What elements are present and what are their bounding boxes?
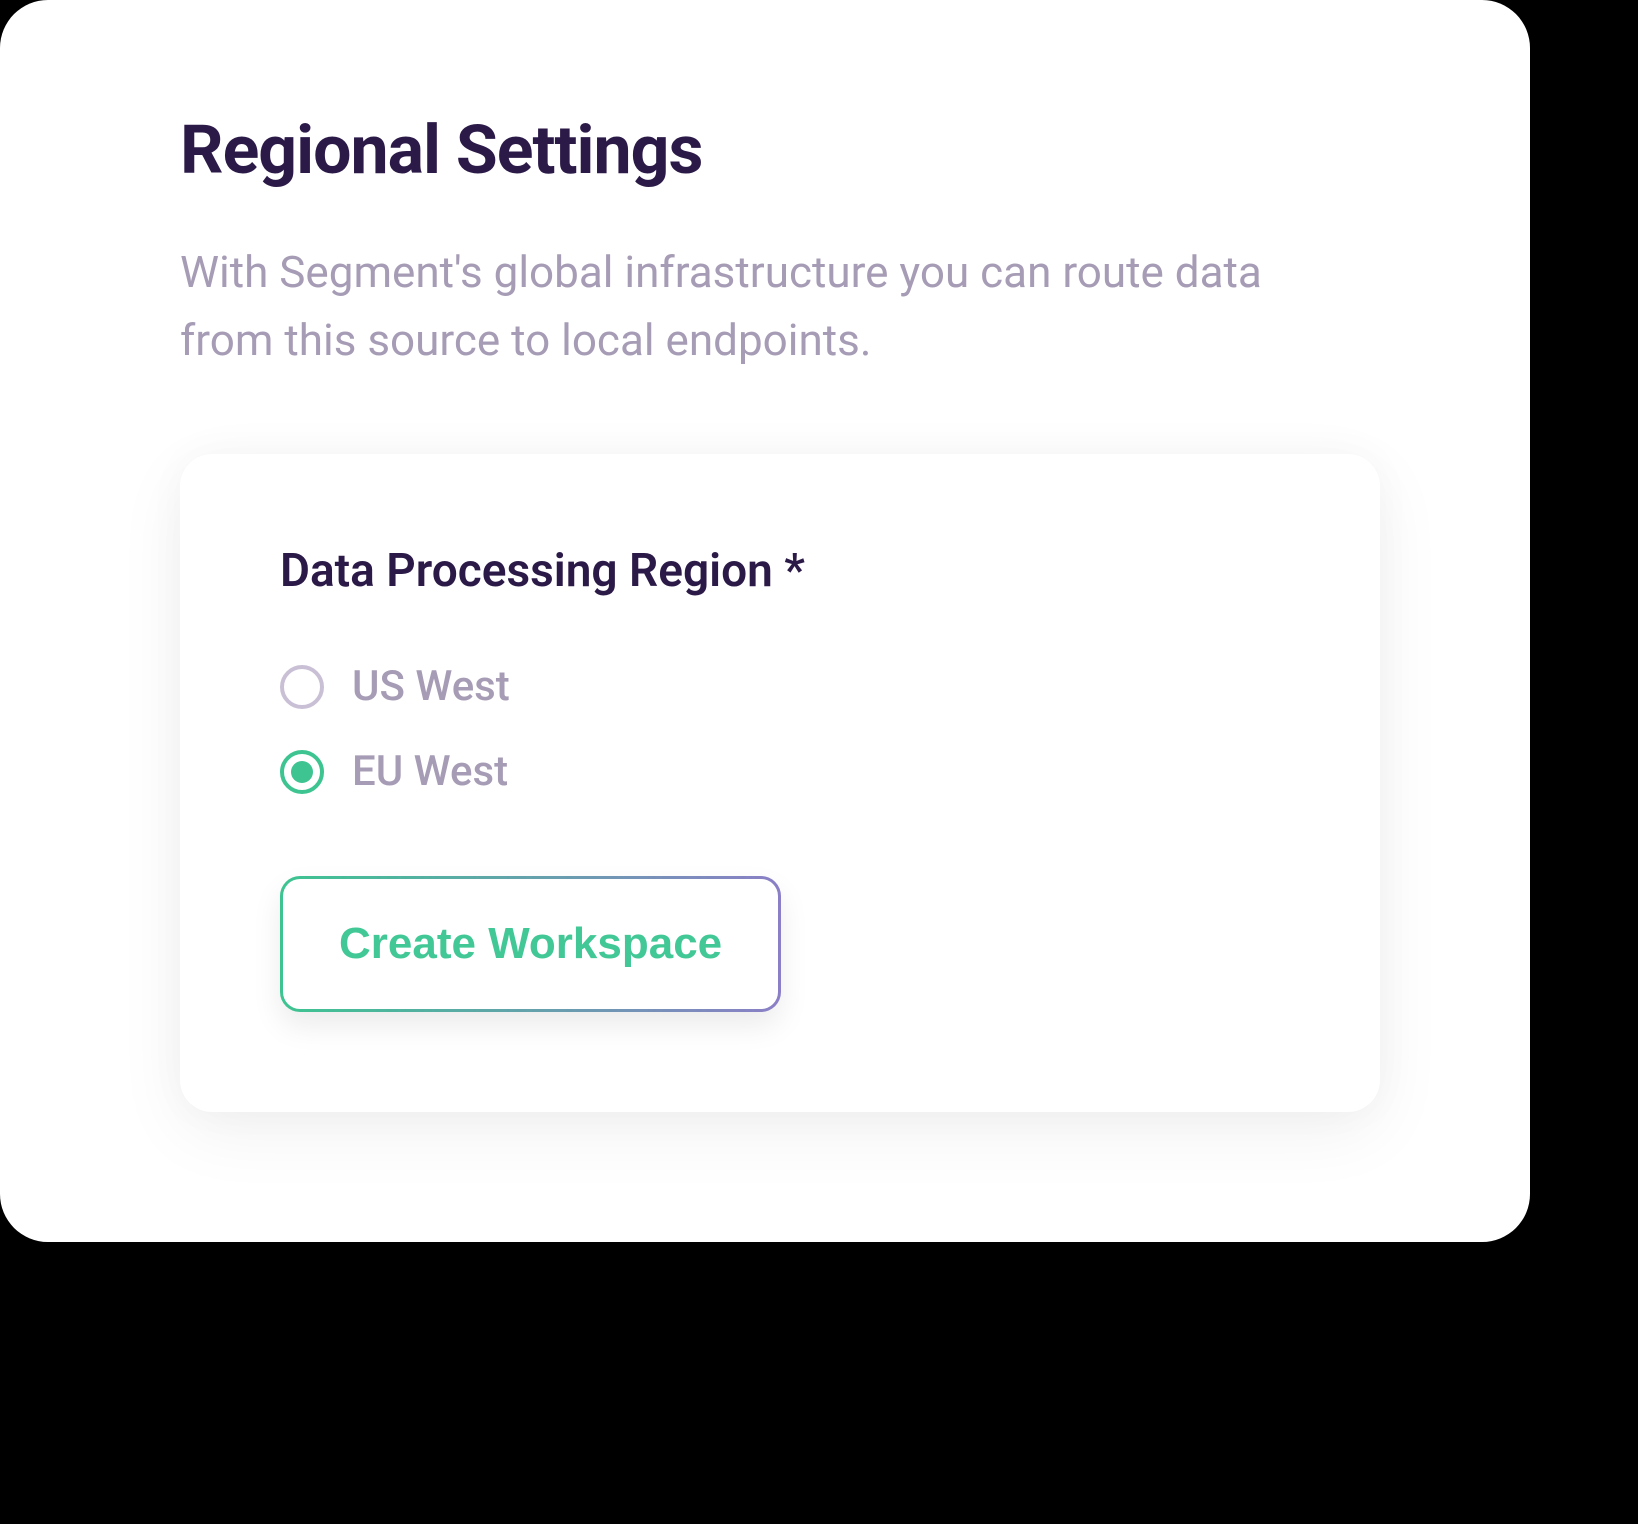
region-card: Data Processing Region * US West EU West… — [180, 454, 1380, 1112]
region-section-label: Data Processing Region * — [280, 544, 1280, 598]
region-radio-group: US West EU West — [280, 662, 1280, 796]
page-description: With Segment's global infrastructure you… — [180, 238, 1330, 374]
radio-checked-icon — [280, 750, 324, 794]
region-option-eu-west[interactable]: EU West — [280, 747, 1280, 796]
create-workspace-button[interactable]: Create Workspace — [280, 876, 781, 1012]
region-option-us-west[interactable]: US West — [280, 662, 1280, 711]
page-title: Regional Settings — [180, 110, 1400, 190]
settings-card: Regional Settings With Segment's global … — [0, 0, 1530, 1242]
radio-unchecked-icon — [280, 665, 324, 709]
region-option-label: EU West — [352, 747, 508, 796]
radio-inner-dot-icon — [291, 761, 313, 783]
region-option-label: US West — [352, 662, 510, 711]
